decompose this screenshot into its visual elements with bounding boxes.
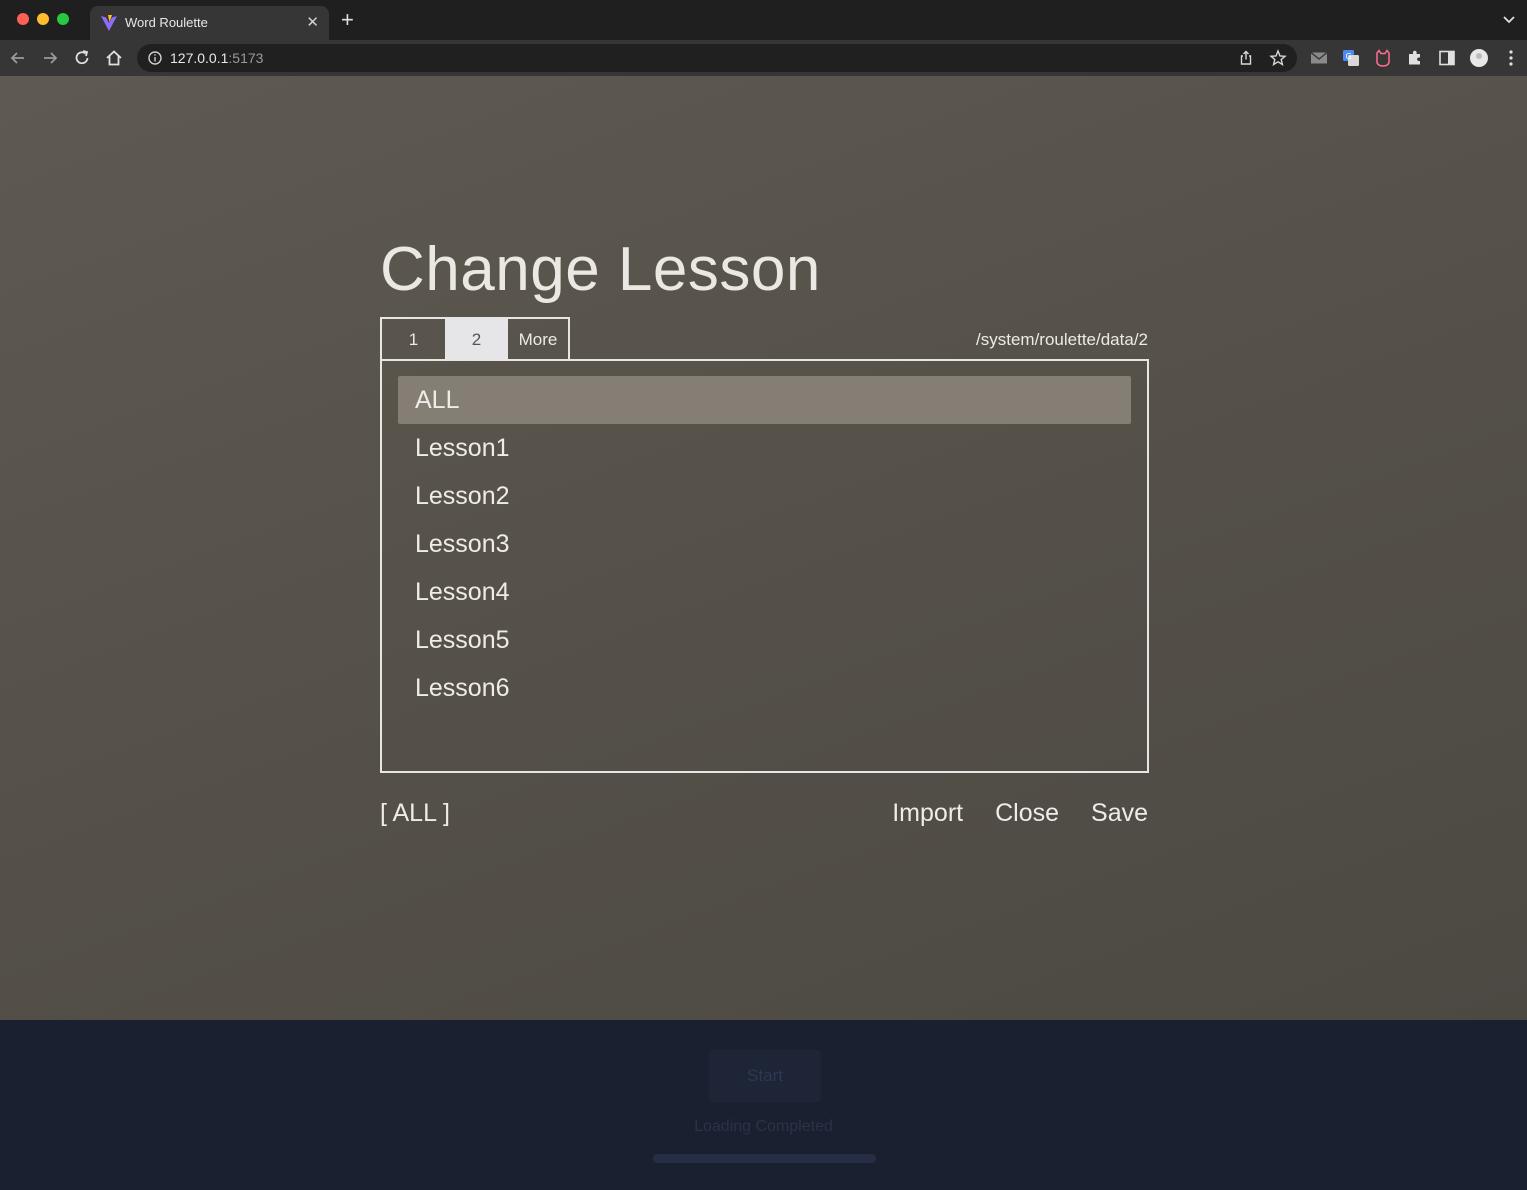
tab-title: Word Roulette bbox=[125, 15, 208, 30]
progress-fill bbox=[653, 1154, 876, 1163]
bookmark-star-icon[interactable] bbox=[1269, 49, 1287, 67]
mail-extension-icon[interactable] bbox=[1309, 48, 1329, 68]
loading-progress-bar bbox=[653, 1154, 876, 1163]
svg-text:G: G bbox=[1346, 52, 1352, 61]
list-item-all[interactable]: ALL bbox=[398, 376, 1131, 424]
minimize-window-button[interactable] bbox=[37, 13, 49, 25]
back-arrow-icon[interactable] bbox=[8, 48, 28, 68]
profile-avatar-icon[interactable] bbox=[1469, 48, 1489, 68]
browser-tab-bar: Word Roulette ✕ + bbox=[0, 0, 1527, 40]
tab-1[interactable]: 1 bbox=[382, 319, 445, 361]
forward-arrow-icon[interactable] bbox=[40, 48, 60, 68]
dialog-actions: Import Close Save bbox=[892, 799, 1148, 828]
browser-tab[interactable]: Word Roulette ✕ bbox=[90, 6, 329, 40]
dialog-title: Change Lesson bbox=[380, 235, 821, 304]
tab-more[interactable]: More bbox=[508, 319, 568, 361]
list-item-lesson3[interactable]: Lesson3 bbox=[398, 520, 1131, 568]
maximize-window-button[interactable] bbox=[57, 13, 69, 25]
new-tab-button[interactable]: + bbox=[341, 9, 354, 31]
lesson-source-tabs: 1 2 More bbox=[380, 317, 570, 361]
lesson-list[interactable]: ALL Lesson1 Lesson2 Lesson3 Lesson4 Less… bbox=[380, 359, 1149, 773]
import-button[interactable]: Import bbox=[892, 799, 963, 828]
list-item-lesson5[interactable]: Lesson5 bbox=[398, 616, 1131, 664]
cat-extension-icon[interactable] bbox=[1373, 48, 1393, 68]
page-viewport: Start Loading Completed Change Lesson 1 … bbox=[0, 76, 1527, 1190]
tab-2[interactable]: 2 bbox=[445, 319, 508, 361]
change-lesson-dialog: Change Lesson 1 2 More /system/roulette/… bbox=[0, 76, 1527, 1020]
site-info-icon[interactable] bbox=[147, 50, 163, 66]
url-text: 127.0.0.1:5173 bbox=[170, 50, 264, 66]
close-button[interactable]: Close bbox=[995, 799, 1059, 828]
save-button[interactable]: Save bbox=[1091, 799, 1148, 828]
browser-menu-icon[interactable] bbox=[1501, 48, 1521, 68]
home-icon[interactable] bbox=[104, 48, 124, 68]
translate-extension-icon[interactable]: G bbox=[1341, 48, 1361, 68]
close-tab-icon[interactable]: ✕ bbox=[306, 13, 319, 31]
address-bar[interactable]: 127.0.0.1:5173 bbox=[137, 44, 1297, 72]
loading-status: Loading Completed bbox=[694, 1118, 833, 1135]
list-item-lesson6[interactable]: Lesson6 bbox=[398, 664, 1131, 712]
browser-toolbar: 127.0.0.1:5173 G bbox=[0, 40, 1527, 76]
vite-logo-icon bbox=[101, 15, 117, 31]
list-item-lesson1[interactable]: Lesson1 bbox=[398, 424, 1131, 472]
selection-summary: [ ALL ] bbox=[380, 799, 450, 827]
reload-icon[interactable] bbox=[72, 48, 92, 68]
data-path: /system/roulette/data/2 bbox=[976, 330, 1148, 349]
start-button[interactable]: Start bbox=[709, 1050, 821, 1102]
side-panel-icon[interactable] bbox=[1437, 48, 1457, 68]
list-item-lesson4[interactable]: Lesson4 bbox=[398, 568, 1131, 616]
extensions-puzzle-icon[interactable] bbox=[1405, 48, 1425, 68]
close-window-button[interactable] bbox=[17, 13, 29, 25]
tab-search-chevron-icon[interactable] bbox=[1501, 12, 1517, 28]
list-item-lesson2[interactable]: Lesson2 bbox=[398, 472, 1131, 520]
share-icon[interactable] bbox=[1237, 49, 1255, 67]
